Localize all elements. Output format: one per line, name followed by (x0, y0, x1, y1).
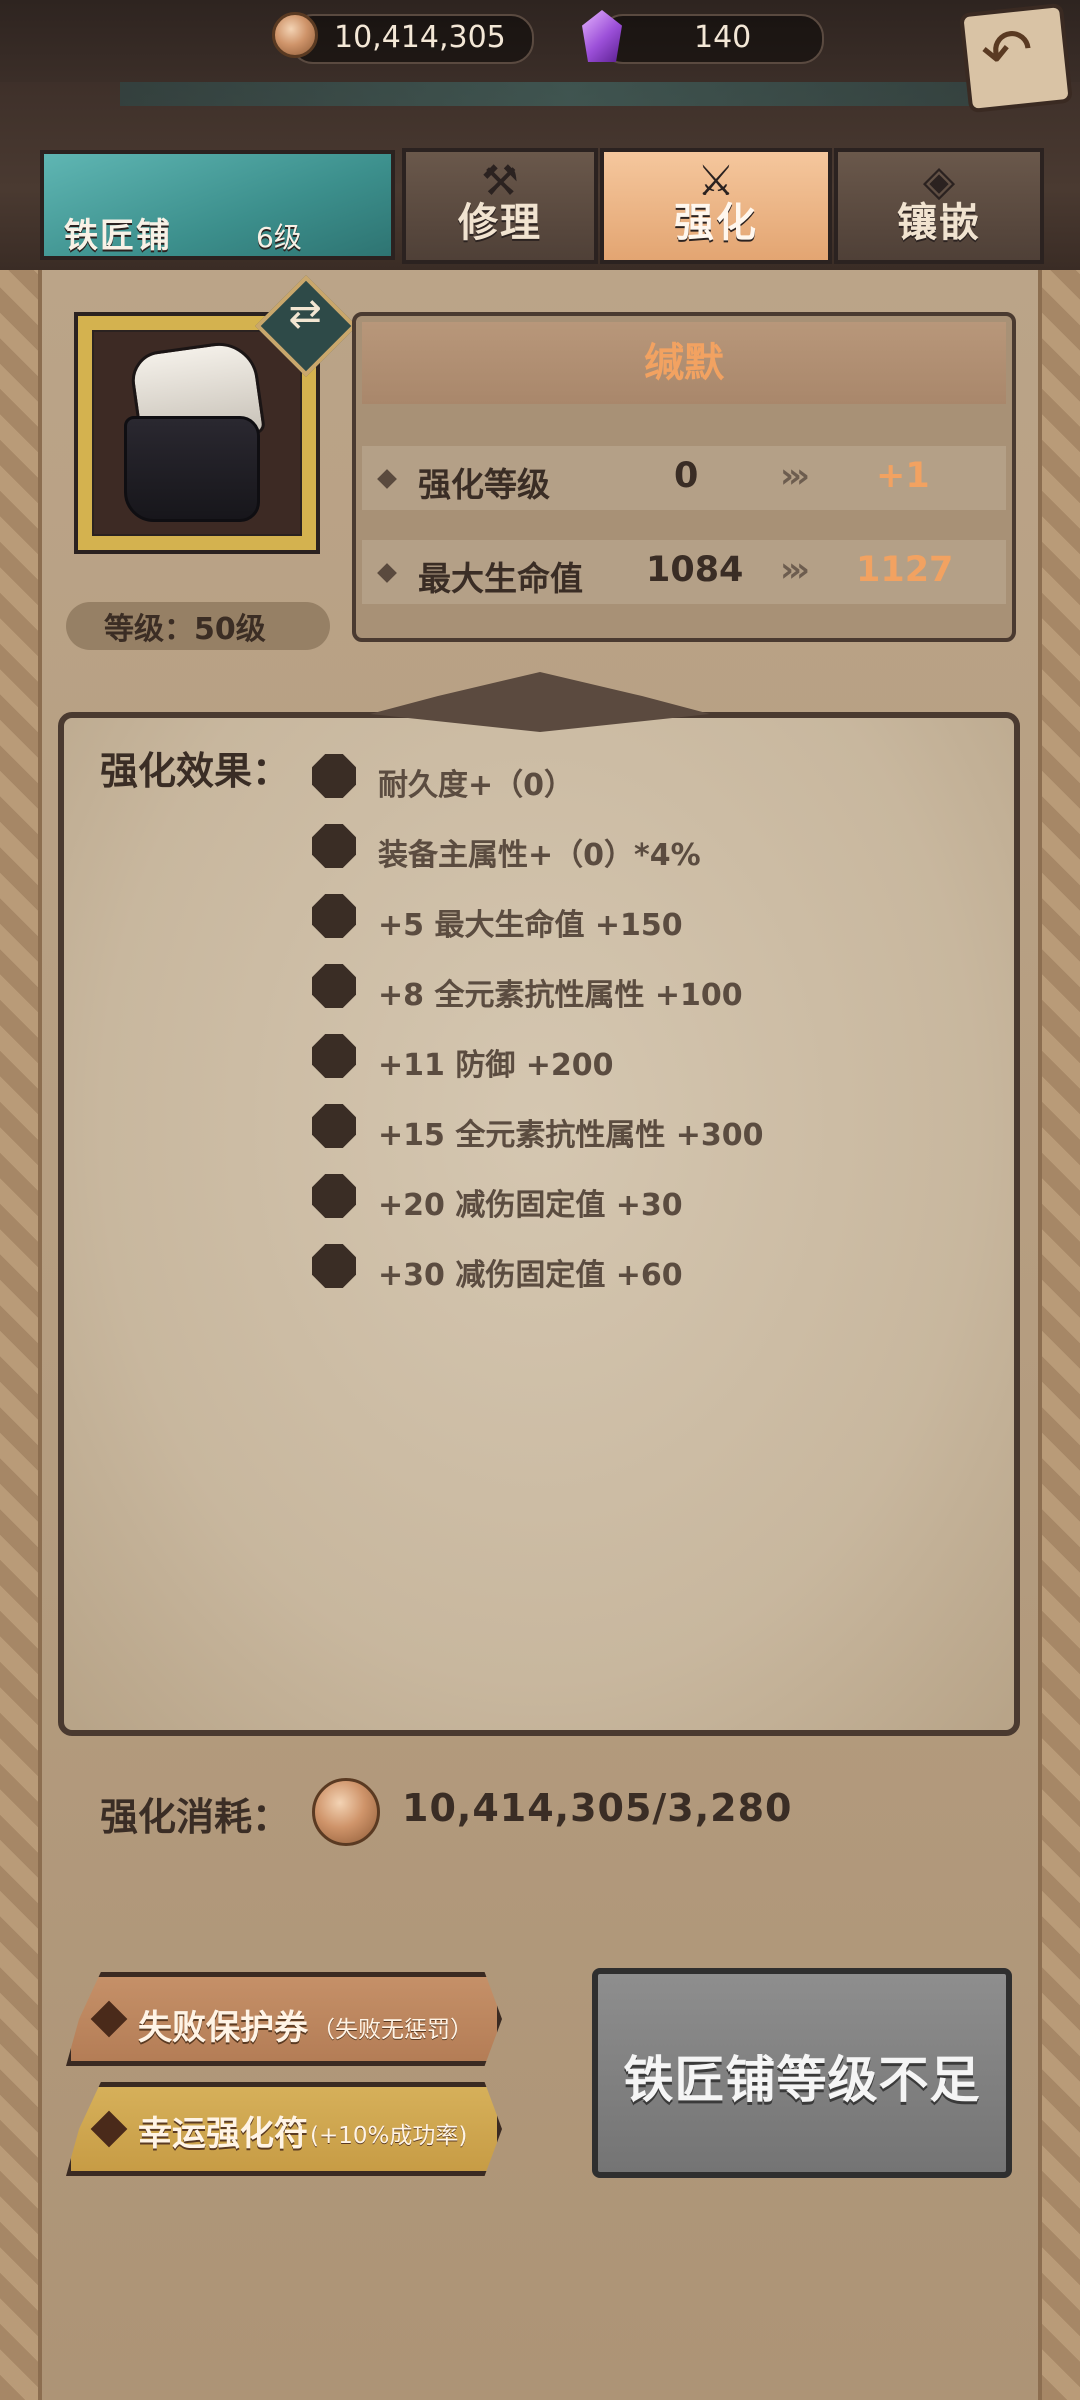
glove-body (124, 416, 260, 522)
item-name: 缄默 (644, 340, 724, 386)
effect-item: +20 减伤固定值 +30 (378, 1188, 683, 1223)
item-level: 等级：50级 (104, 612, 266, 647)
gold-amount: 10,414,305 (334, 20, 506, 55)
shop-name: 铁匠铺 (64, 216, 172, 256)
effect-item: 耐久度+（0） (378, 768, 575, 803)
effect-item: +15 全元素抗性属性 +300 (378, 1118, 764, 1153)
left-border (0, 270, 42, 2400)
tab-inlay-label: 镶嵌 (897, 200, 981, 246)
effects-title: 强化效果： (100, 749, 291, 793)
arrow-right-icon: »› (780, 456, 810, 496)
fail-protection-label: 失败保护券 (138, 2008, 308, 2048)
stat-next: 1127 (856, 550, 954, 590)
tab-inlay[interactable]: ◈ 镶嵌 (834, 148, 1044, 264)
stat-label: 强化等级 (418, 465, 550, 504)
tab-enhance[interactable]: ⚔ 强化 (600, 148, 832, 264)
gold-coin-icon (312, 1778, 380, 1846)
effect-item: +11 防御 +200 (378, 1048, 614, 1083)
effect-item: +8 全元素抗性属性 +100 (378, 978, 743, 1013)
stat-current: 1084 (646, 550, 744, 590)
right-border (1038, 270, 1080, 2400)
cost-value: 10,414,305/3,280 (402, 1786, 793, 1830)
effect-item: 装备主属性+（0）*4% (378, 838, 701, 873)
lucky-charm-sub: (+10%成功率) (310, 2123, 468, 2149)
tab-repair-label: 修理 (458, 200, 542, 246)
stat-label: 最大生命值 (418, 559, 583, 598)
back-arrow-icon: ↶ (977, 12, 1037, 91)
resource-bar (0, 0, 1080, 82)
cost-label: 强化消耗： (100, 1795, 291, 1839)
swap-icon: ⇄ (288, 290, 322, 337)
enhance-button-label: 铁匠铺等级不足 (623, 2051, 981, 2109)
lucky-charm-label: 幸运强化符 (138, 2114, 308, 2154)
effect-item: +30 减伤固定值 +60 (378, 1258, 683, 1293)
gold-coin-icon (272, 12, 318, 58)
tab-enhance-label: 强化 (674, 200, 758, 246)
stat-current: 0 (674, 456, 699, 496)
tab-repair[interactable]: ⚒ 修理 (402, 148, 598, 264)
arrow-right-icon: »› (780, 550, 810, 590)
equipment-image (92, 330, 302, 536)
fail-protection-sub: （失败无惩罚） (312, 2017, 473, 2043)
back-button[interactable]: ↶ (959, 2, 1073, 114)
gem-amount: 140 (694, 20, 752, 55)
effect-item: +5 最大生命值 +150 (378, 908, 683, 943)
shop-level: 6级 (256, 221, 302, 254)
stat-next: +1 (876, 456, 930, 496)
